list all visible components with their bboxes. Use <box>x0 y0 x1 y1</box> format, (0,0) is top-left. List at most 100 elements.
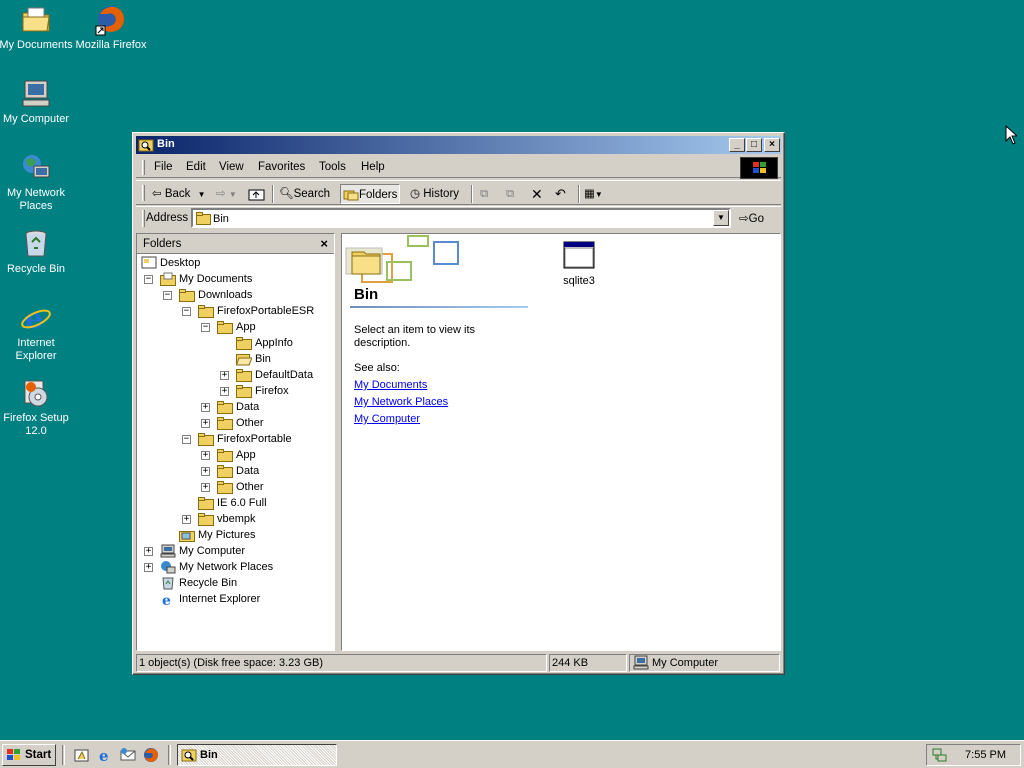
expand-icon[interactable]: + <box>201 483 210 492</box>
expand-icon[interactable]: + <box>201 467 210 476</box>
close-button[interactable]: × <box>764 138 780 152</box>
explorer-window: Bin _ □ × File Edit View Favorites Tools… <box>132 132 785 675</box>
history-button[interactable]: ◷ History <box>410 184 459 204</box>
folders-pane: Folders × Desktop − My Documents − Downloads… <box>136 233 335 651</box>
menu-view[interactable]: View <box>219 161 244 173</box>
my-documents-icon <box>160 272 176 286</box>
folder-tree: Desktop − My Documents − Downloads − FirefoxPo… <box>137 256 334 650</box>
windows-flag-icon <box>6 748 22 762</box>
desktop-icon-network-places[interactable]: My Network Places <box>0 152 74 213</box>
up-folder-button[interactable] <box>248 184 265 204</box>
expand-icon[interactable]: + <box>144 563 153 572</box>
menu-bar: File Edit View Favorites Tools Help <box>136 157 781 179</box>
delete-button[interactable]: ✕ <box>531 184 543 204</box>
address-label: Address <box>146 212 189 224</box>
collapse-icon[interactable]: − <box>201 323 210 332</box>
link-my-computer[interactable]: My Computer <box>354 413 420 425</box>
tree-node-label: Other <box>236 481 264 493</box>
folders-pane-header: Folders × <box>137 234 334 254</box>
collapse-icon[interactable]: − <box>182 307 191 316</box>
views-button[interactable]: ▦▼ <box>584 184 603 204</box>
window-title: Bin <box>157 138 175 150</box>
menu-favorites[interactable]: Favorites <box>258 161 305 173</box>
delete-x-icon: ✕ <box>531 186 543 202</box>
tree-node-label: Internet Explorer <box>179 593 261 605</box>
folder-icon <box>217 416 233 430</box>
desktop-icon-my-computer[interactable]: My Computer <box>0 78 74 126</box>
search-icon: 🔍︎ <box>279 188 294 200</box>
close-icon[interactable]: × <box>320 236 328 251</box>
expand-icon[interactable]: + <box>201 419 210 428</box>
firefox-icon[interactable] <box>143 747 159 763</box>
svg-text:e: e <box>99 747 109 763</box>
tree-node-label: FirefoxPortableESR <box>217 305 315 317</box>
title-bar[interactable]: Bin _ □ × <box>136 136 781 154</box>
tree-node-label: Bin <box>255 353 271 365</box>
go-button[interactable]: ⇨Go <box>739 211 764 225</box>
taskbar-button-bin[interactable]: Bin <box>177 744 337 766</box>
expand-icon[interactable]: + <box>182 515 191 524</box>
title-divider <box>350 306 528 308</box>
up-folder-icon <box>248 188 265 201</box>
minimize-button[interactable]: _ <box>729 138 745 152</box>
folder-icon <box>236 336 252 350</box>
expand-icon[interactable]: + <box>144 547 153 556</box>
desktop-icon-firefox-setup[interactable]: Firefox Setup 12.0 <box>0 377 74 438</box>
collapse-icon[interactable]: − <box>163 291 172 300</box>
firefox-icon <box>95 4 127 36</box>
tree-node-label: Data <box>236 465 260 477</box>
expand-icon[interactable]: + <box>220 387 229 396</box>
outlook-express-icon[interactable] <box>120 747 136 763</box>
menu-tools[interactable]: Tools <box>319 161 346 173</box>
go-arrow-icon: ⇨ <box>739 213 749 225</box>
chevron-down-icon: ▼ <box>197 190 206 199</box>
tree-node-label: My Pictures <box>198 529 256 541</box>
standard-toolbar: ⇦ Back ▼ ⇨ ▼ 🔍︎Search Folders ◷ History … <box>136 180 781 205</box>
desktop-icon-internet-explorer[interactable]: e Internet Explorer <box>0 302 74 363</box>
desktop-icon-my-documents[interactable]: My Documents <box>0 4 74 52</box>
internet-explorer-icon[interactable]: e <box>97 747 113 765</box>
file-item-sqlite3[interactable]: sqlite3 <box>554 239 604 287</box>
folder-icon <box>217 400 233 414</box>
folders-button[interactable]: Folders <box>340 184 401 204</box>
folder-title: Bin <box>354 286 379 303</box>
copy-to-button[interactable]: ⧉ <box>506 184 514 204</box>
undo-button[interactable]: ↶ <box>555 184 566 204</box>
address-input[interactable]: Bin ▼ <box>191 208 731 228</box>
menu-file[interactable]: File <box>154 161 173 173</box>
start-button[interactable]: Start <box>2 744 56 766</box>
desktop-icon <box>141 256 157 270</box>
expand-icon[interactable]: + <box>220 371 229 380</box>
link-my-network-places[interactable]: My Network Places <box>354 396 448 408</box>
chevron-down-icon: ▼ <box>228 190 237 199</box>
back-button[interactable]: ⇦ Back ▼ <box>152 184 206 204</box>
folder-icon <box>196 212 211 228</box>
network-tray-icon[interactable] <box>932 747 948 763</box>
link-my-documents[interactable]: My Documents <box>354 379 427 391</box>
undo-icon: ↶ <box>555 186 566 201</box>
move-to-button[interactable]: ⧉ <box>480 184 488 204</box>
tree-node-label: App <box>236 321 256 333</box>
address-dropdown-button[interactable]: ▼ <box>713 210 729 226</box>
menu-help[interactable]: Help <box>361 161 385 173</box>
application-window-icon <box>563 239 595 271</box>
desktop-icon-recycle-bin[interactable]: Recycle Bin <box>0 228 74 276</box>
show-desktop-icon[interactable] <box>74 747 90 763</box>
tree-node-label: FirefoxPortable <box>217 433 292 445</box>
folder-icon <box>217 448 233 462</box>
menu-edit[interactable]: Edit <box>186 161 206 173</box>
collapse-icon[interactable]: − <box>144 275 153 284</box>
expand-icon[interactable]: + <box>201 403 210 412</box>
tree-node-label: My Computer <box>179 545 246 557</box>
tree-node-label: My Network Places <box>179 561 274 573</box>
maximize-button[interactable]: □ <box>746 138 762 152</box>
desktop-icon-firefox[interactable]: Mozilla Firefox <box>73 4 149 52</box>
chevron-down-icon: ▼ <box>594 190 603 199</box>
collapse-icon[interactable]: − <box>182 435 191 444</box>
toolbar-grip <box>142 185 145 201</box>
recycle-bin-icon <box>20 228 52 260</box>
expand-icon[interactable]: + <box>201 451 210 460</box>
forward-button[interactable]: ⇨ ▼ <box>216 184 237 204</box>
status-bar: 1 object(s) (Disk free space: 3.23 GB) 2… <box>136 654 781 672</box>
search-button[interactable]: 🔍︎Search <box>279 184 330 204</box>
